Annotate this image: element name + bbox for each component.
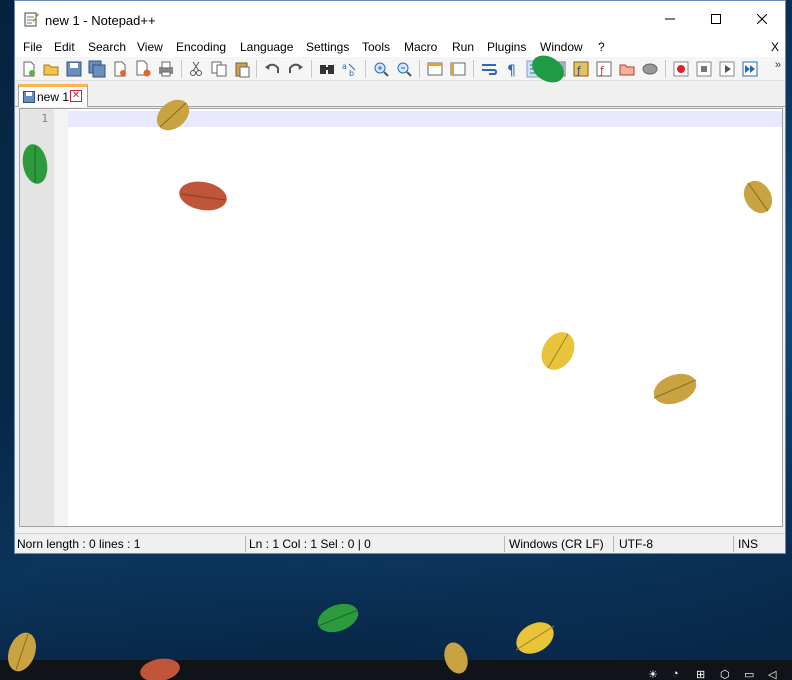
current-line-highlight [68,111,782,127]
toolbar-separator [256,60,257,78]
minimize-icon [665,18,675,20]
zoom-out-icon[interactable] [395,60,413,78]
cut-icon[interactable] [187,60,205,78]
volume-icon[interactable]: ◁ [768,668,782,680]
paste-icon[interactable] [233,60,251,78]
stop-recording-icon[interactable] [695,60,713,78]
fold-margin[interactable] [54,109,68,526]
minimize-button[interactable] [647,1,693,37]
run-macro-multiple-icon[interactable] [741,60,759,78]
print-icon[interactable] [157,60,175,78]
status-separator [245,536,246,552]
notepadpp-app-icon [24,12,39,27]
menu-file[interactable]: File [23,40,42,54]
svg-text:b: b [349,69,354,78]
toolbar-separator [419,60,420,78]
windows-icon[interactable]: ⊞ [696,668,710,680]
toolbar-separator [473,60,474,78]
toolbar-separator [365,60,366,78]
indent-guide-icon[interactable] [526,60,544,78]
toolbar-separator [665,60,666,78]
network-icon[interactable]: ▭ [744,668,758,680]
toolbar-separator [181,60,182,78]
close-document-x[interactable]: X [771,40,779,54]
menu-tools[interactable]: Tools [362,40,390,54]
menu-language[interactable]: Language [240,40,293,54]
close-all-icon[interactable] [134,60,152,78]
menu-settings[interactable]: Settings [306,40,349,54]
status-separator [733,536,734,552]
tab-saved-state-icon [23,91,35,103]
brightness-icon[interactable]: ☀ [648,668,662,680]
play-macro-icon[interactable] [718,60,736,78]
toolbar-separator [311,60,312,78]
tab-label: new 1 [37,90,70,104]
toolbar-overflow-chevron-icon[interactable]: » [775,59,781,71]
defender-icon[interactable]: ⬡ [720,668,734,680]
help-icon[interactable]: ◔ [672,668,686,680]
menu-bar: File Edit Search View Encoding Language … [15,37,785,57]
find-icon[interactable] [318,60,336,78]
monitoring-icon[interactable] [618,60,636,78]
line-number: 1 [41,112,48,125]
menu-window[interactable]: Window [540,40,583,54]
status-insert-mode: INS [738,537,759,551]
title-bar[interactable]: new 1 - Notepad++ [15,1,785,37]
close-button[interactable] [739,1,785,37]
close-icon [757,14,767,24]
tab-bar: new 1 ✕ [15,81,785,107]
status-bar: Norn length : 0 lines : 1 Ln : 1 Col : 1… [15,533,785,553]
svg-text:a: a [342,62,347,71]
macro-eye-icon[interactable] [641,60,659,78]
tab-close-icon[interactable]: ✕ [70,90,82,102]
replace-icon[interactable]: ab [341,60,359,78]
redo-icon[interactable] [287,60,305,78]
menu-encoding[interactable]: Encoding [176,40,226,54]
notepadpp-window: new 1 - Notepad++ File Edit Search View … [14,0,786,554]
record-macro-icon[interactable] [672,60,690,78]
status-encoding[interactable]: UTF-8 [619,534,729,554]
menu-edit[interactable]: Edit [54,40,75,54]
status-eol-format[interactable]: Windows (CR LF) [509,534,611,554]
undo-icon[interactable] [263,60,281,78]
word-wrap-icon[interactable] [480,60,498,78]
menu-search[interactable]: Search [88,40,126,54]
open-file-icon[interactable] [42,60,60,78]
menu-macro[interactable]: Macro [404,40,437,54]
menu-view[interactable]: View [137,40,163,54]
editor-pane[interactable]: 1 [19,108,783,527]
sync-horizontal-icon[interactable] [449,60,467,78]
sync-vertical-icon[interactable] [426,60,444,78]
close-file-icon[interactable] [111,60,129,78]
window-title: new 1 - Notepad++ [45,13,156,28]
svg-text:¶: ¶ [507,63,516,78]
show-all-characters-icon[interactable]: ¶ [503,60,521,78]
toolbar: ab ¶ ƒ ƒ » [15,57,785,81]
status-cursor-position: Ln : 1 Col : 1 Sel : 0 | 0 [249,537,371,551]
status-separator [613,536,614,552]
function-list-icon[interactable]: ƒ [572,60,590,78]
menu-plugins[interactable]: Plugins [487,40,526,54]
save-icon[interactable] [65,60,83,78]
tab-new-1[interactable]: new 1 ✕ [18,84,88,107]
menu-run[interactable]: Run [452,40,474,54]
save-all-icon[interactable] [88,60,106,78]
taskbar: ☀ ◔ ⊞ ⬡ ▭ ◁ [0,660,792,680]
folder-as-workspace-icon[interactable]: ƒ [595,60,613,78]
status-document-info: Norn length : 0 lines : 1 [17,537,141,551]
maximize-icon [711,14,721,24]
copy-icon[interactable] [210,60,228,78]
zoom-in-icon[interactable] [372,60,390,78]
menu-help[interactable]: ? [598,40,605,54]
status-separator [504,536,505,552]
document-map-icon[interactable] [549,60,567,78]
maximize-button[interactable] [693,1,739,37]
new-file-icon[interactable] [20,60,38,78]
